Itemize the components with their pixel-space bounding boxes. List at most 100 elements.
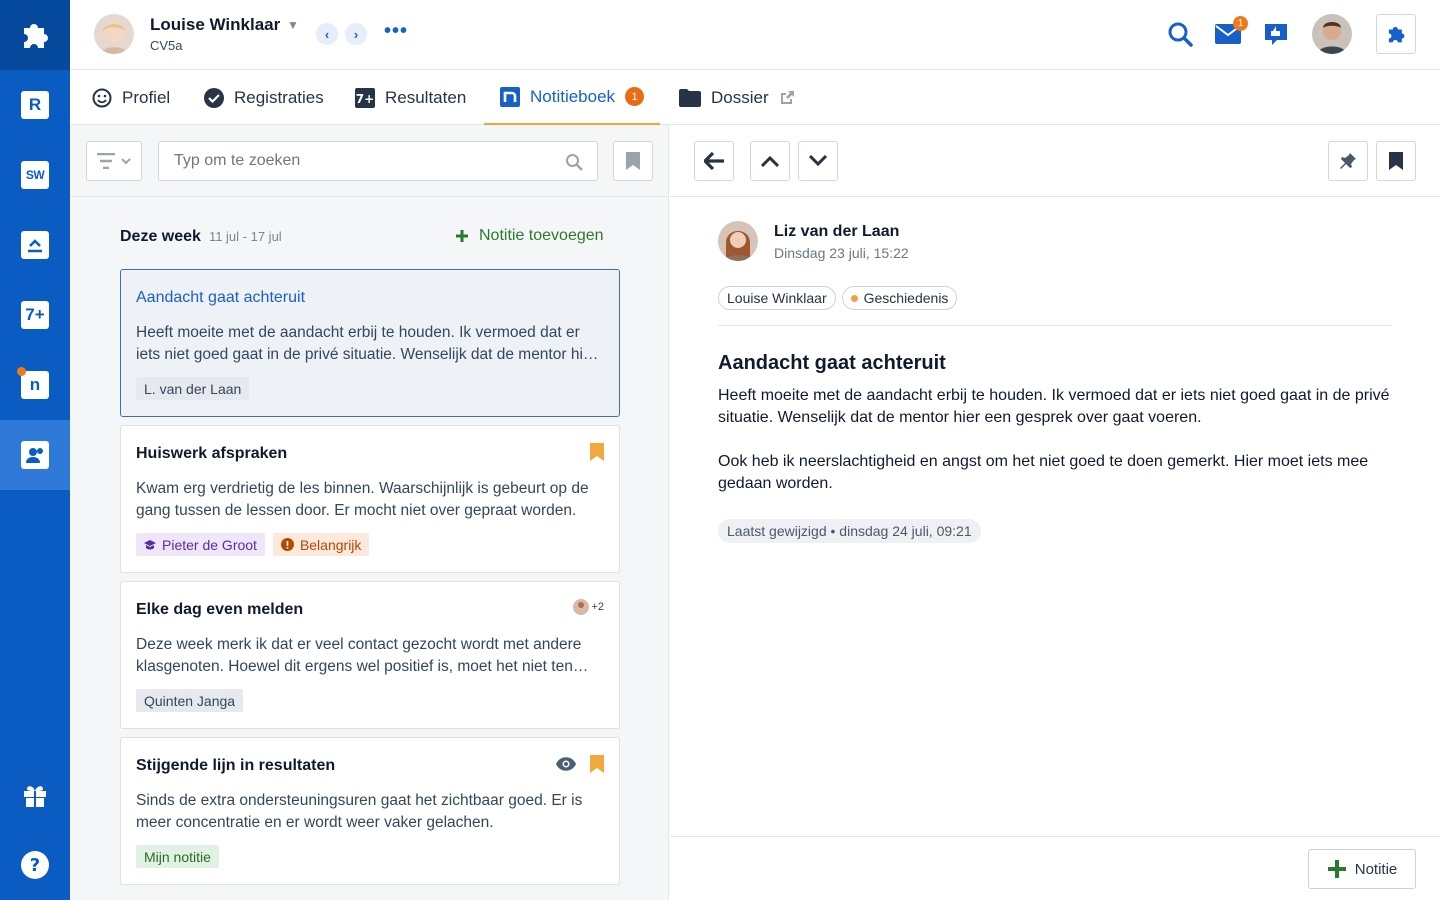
back-button[interactable] bbox=[694, 141, 734, 181]
important-chip: Belangrijk bbox=[272, 533, 370, 556]
search-button[interactable] bbox=[1166, 20, 1194, 48]
note-card[interactable]: Huiswerk afspraken Kwam erg verdrietig d… bbox=[120, 425, 620, 573]
feedback-button[interactable] bbox=[1262, 20, 1290, 48]
mail-badge: 1 bbox=[1233, 16, 1248, 31]
search-box[interactable] bbox=[158, 141, 598, 181]
puzzle-icon bbox=[24, 24, 48, 48]
student-class: CV5a bbox=[150, 38, 183, 53]
chevron-right-icon: › bbox=[353, 26, 359, 42]
students-icon bbox=[21, 441, 49, 469]
note-title: Stijgende lijn in resultaten bbox=[136, 757, 336, 774]
student-avatar[interactable] bbox=[94, 14, 134, 54]
search-icon bbox=[566, 154, 583, 171]
arrow-left-icon bbox=[704, 152, 724, 170]
next-student-button[interactable]: › bbox=[345, 23, 367, 45]
rail-item-studiewijzer[interactable]: SW bbox=[0, 140, 70, 210]
notebook-icon bbox=[500, 86, 520, 107]
plugin-button[interactable] bbox=[1376, 14, 1416, 54]
bookmark-icon bbox=[626, 152, 640, 170]
note-title: Huiswerk afspraken bbox=[136, 445, 288, 462]
pin-icon bbox=[1340, 153, 1356, 169]
roster-icon: R bbox=[21, 91, 49, 119]
divider bbox=[718, 325, 1392, 326]
check-circle-icon bbox=[204, 87, 224, 108]
bookmark-icon bbox=[1389, 152, 1403, 170]
student-tag[interactable]: Louise Winklaar bbox=[718, 286, 836, 310]
top-header: Louise Winklaar ▼ CV5a ‹ › ••• 1 bbox=[70, 0, 1440, 70]
tab-profiel[interactable]: Profiel bbox=[92, 70, 170, 125]
search-input[interactable] bbox=[174, 142, 554, 180]
rail-item-help[interactable]: ? bbox=[0, 830, 70, 900]
shared-with[interactable]: +2 bbox=[573, 599, 604, 615]
results-icon: 7+ bbox=[21, 301, 49, 329]
author-chip: L. van der Laan bbox=[136, 377, 250, 400]
note-excerpt: Sinds de extra ondersteuningsuren gaat h… bbox=[136, 792, 583, 831]
gift-icon bbox=[24, 786, 46, 807]
author-chip: Quinten Janga bbox=[136, 689, 244, 712]
detail-footer: Notitie bbox=[670, 836, 1440, 900]
tab-notitieboek[interactable]: Notitieboek 1 bbox=[484, 70, 661, 125]
bookmark-icon[interactable] bbox=[590, 443, 604, 461]
external-link-icon bbox=[780, 90, 794, 104]
chevron-down-icon[interactable]: ▼ bbox=[287, 18, 299, 32]
previous-student-button[interactable]: ‹ bbox=[316, 23, 338, 45]
notitieboek-badge: 1 bbox=[625, 87, 645, 106]
user-avatar[interactable] bbox=[1312, 14, 1352, 54]
rail-item-results[interactable]: 7+ bbox=[0, 280, 70, 350]
list-toolbar bbox=[70, 125, 668, 197]
filter-button[interactable] bbox=[86, 141, 142, 181]
side-rail: R SW 7+ n ? bbox=[0, 0, 70, 900]
next-note-button[interactable] bbox=[798, 141, 838, 181]
folder-icon bbox=[679, 88, 701, 107]
tab-resultaten[interactable]: 7+ Resultaten bbox=[355, 70, 466, 125]
notes-list-pane: Deze week11 jul - 17 jul Notitie toevoeg… bbox=[70, 125, 669, 900]
bookmark-filter-button[interactable] bbox=[613, 141, 653, 181]
notebook-icon: n bbox=[17, 367, 49, 399]
note-card[interactable]: Aandacht gaat achteruit Heeft moeite met… bbox=[120, 269, 620, 417]
note-excerpt: Heeft moeite met de aandacht erbij te ho… bbox=[136, 324, 597, 363]
bookmark-button[interactable] bbox=[1376, 141, 1416, 181]
own-note-chip: Mijn notitie bbox=[136, 845, 219, 868]
tab-registraties[interactable]: Registraties bbox=[204, 70, 324, 125]
rail-item-tasks[interactable] bbox=[0, 210, 70, 280]
rail-item-notebook[interactable]: n bbox=[0, 350, 70, 420]
graduation-cap-icon bbox=[144, 539, 156, 549]
add-note-button[interactable]: Notitie toevoegen bbox=[455, 227, 604, 245]
student-tabs: Profiel Registraties 7+ Resultaten Notit… bbox=[70, 70, 1440, 125]
puzzle-icon bbox=[1388, 26, 1405, 43]
eye-icon[interactable] bbox=[556, 757, 576, 771]
note-card[interactable]: Elke dag even melden +2 Deze week merk i… bbox=[120, 581, 620, 729]
tasks-icon bbox=[21, 231, 49, 259]
search-icon bbox=[1168, 22, 1193, 47]
more-options-icon[interactable]: ••• bbox=[384, 20, 408, 43]
note-detail-pane: Liz van der Laan Dinsdag 23 juli, 15:22 … bbox=[670, 125, 1440, 900]
thumbs-up-icon bbox=[1265, 24, 1287, 45]
messages-button[interactable]: 1 bbox=[1214, 16, 1248, 48]
tab-dossier[interactable]: Dossier bbox=[679, 70, 795, 125]
author-name: Liz van der Laan bbox=[774, 223, 900, 240]
rail-item-students[interactable] bbox=[0, 420, 70, 490]
bookmark-icon[interactable] bbox=[590, 755, 604, 773]
subject-tag[interactable]: Geschiedenis bbox=[841, 286, 958, 310]
student-name[interactable]: Louise Winklaar bbox=[150, 15, 280, 35]
svg-text:7+: 7+ bbox=[356, 92, 374, 106]
help-icon: ? bbox=[21, 851, 49, 879]
detail-toolbar bbox=[670, 125, 1440, 197]
alert-icon bbox=[280, 538, 294, 551]
author-avatar bbox=[718, 221, 758, 261]
rail-item-roster[interactable]: R bbox=[0, 70, 70, 140]
new-note-button[interactable]: Notitie bbox=[1308, 849, 1416, 889]
chevron-up-icon bbox=[761, 155, 779, 167]
studiewijzer-icon: SW bbox=[21, 161, 49, 189]
week-heading: Deze week 11 jul - 17 jul bbox=[120, 228, 282, 245]
smiley-icon bbox=[92, 88, 112, 107]
rail-item-gift[interactable] bbox=[0, 760, 70, 830]
app-logo[interactable] bbox=[0, 0, 70, 70]
subject-dot bbox=[850, 294, 858, 302]
pin-button[interactable] bbox=[1328, 141, 1368, 181]
note-detail-title: Aandacht gaat achteruit bbox=[718, 352, 946, 374]
previous-note-button[interactable] bbox=[750, 141, 790, 181]
plus-icon bbox=[1327, 860, 1346, 878]
note-card[interactable]: Stijgende lijn in resultaten Sinds de ex… bbox=[120, 737, 620, 885]
note-excerpt: Kwam erg verdrietig de les binnen. Waars… bbox=[136, 480, 589, 519]
